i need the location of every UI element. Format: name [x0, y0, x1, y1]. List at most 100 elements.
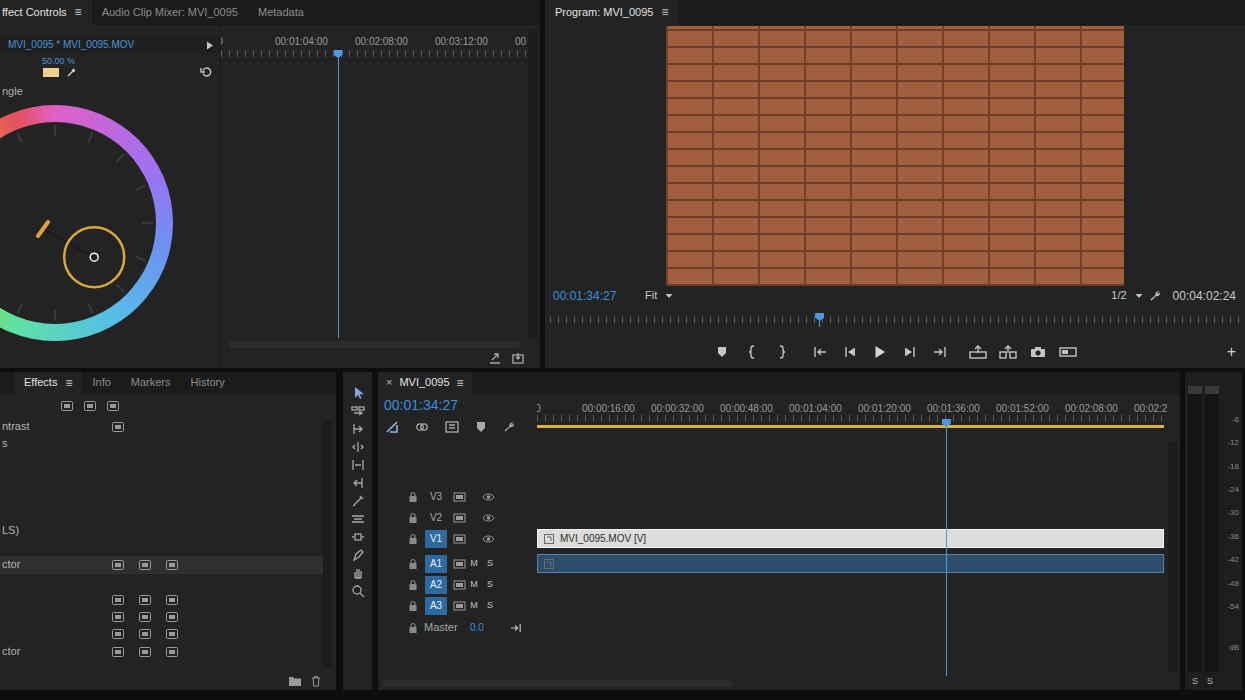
timeline-settings-icon[interactable] — [503, 421, 515, 433]
zoom-value[interactable]: Fit — [645, 289, 657, 302]
sync-lock-icon[interactable] — [453, 533, 466, 545]
add-marker-icon[interactable] — [716, 346, 728, 358]
sync-lock-icon[interactable] — [453, 579, 466, 591]
tab-label[interactable]: Metadata — [258, 6, 304, 19]
track-select-tool-icon[interactable] — [351, 404, 365, 418]
horizontal-scrollbar[interactable] — [229, 341, 520, 348]
mute-button[interactable]: M — [466, 600, 482, 611]
tool-button[interactable] — [343, 492, 372, 510]
master-volume[interactable]: 0.0 — [470, 622, 510, 634]
razor-tool-icon[interactable] — [351, 494, 365, 508]
mute-button[interactable]: M — [466, 558, 482, 569]
zoom-tool-icon[interactable] — [351, 584, 365, 598]
track-target[interactable]: V2 — [425, 509, 447, 527]
resolution-value[interactable]: 1/2 — [1111, 289, 1126, 302]
work-area-bar[interactable] — [537, 425, 1164, 428]
effect-row[interactable] — [0, 626, 323, 643]
playhead[interactable] — [946, 419, 947, 676]
eye-icon[interactable] — [482, 491, 495, 503]
solo-button[interactable]: S — [1192, 676, 1198, 687]
add-marker-icon[interactable] — [475, 421, 487, 433]
tool-button[interactable] — [343, 402, 372, 420]
track-target[interactable]: A3 — [425, 597, 447, 615]
bit-depth-filter-icon[interactable] — [84, 401, 96, 411]
mark-out-icon[interactable] — [776, 345, 788, 359]
time-ruler[interactable]: :00:0000:01:04:0000:02:08:0000:03:12:000… — [221, 36, 528, 50]
effect-row[interactable]: ctor — [0, 556, 323, 573]
rolling-edit-tool-icon[interactable] — [351, 440, 365, 454]
effect-row[interactable]: LS) — [0, 522, 323, 539]
transport-button[interactable] — [1053, 341, 1083, 363]
tool-button[interactable] — [343, 456, 372, 474]
button-editor-icon[interactable] — [1059, 346, 1077, 358]
lock-icon[interactable] — [408, 558, 418, 570]
transport-button[interactable] — [925, 341, 955, 363]
lock-icon[interactable] — [408, 491, 418, 503]
mark-in-icon[interactable] — [746, 345, 758, 359]
export-icon[interactable] — [512, 352, 524, 364]
panel-tab[interactable]: Effects≡ — [14, 372, 82, 394]
track-target[interactable]: V1 — [425, 530, 447, 548]
transport-button[interactable] — [963, 341, 993, 363]
vertical-scrollbar[interactable] — [528, 29, 538, 338]
track-target[interactable]: A1 — [425, 555, 447, 573]
sync-lock-icon[interactable] — [453, 558, 466, 570]
tab-label[interactable]: Program: MVI_0095 — [555, 6, 653, 19]
sequence-tab[interactable]: ×MVI_0095≡ — [378, 372, 472, 394]
clip-row[interactable]: MVI_0095 * MVI_0095.MOV — [0, 36, 220, 54]
transport-button[interactable] — [865, 341, 895, 363]
lock-icon[interactable] — [408, 512, 418, 524]
tool-button[interactable] — [343, 438, 372, 456]
panel-tab[interactable]: Audio Clip Mixer: MVI_0095 — [92, 0, 248, 25]
transport-button[interactable] — [707, 341, 737, 363]
pen-tool-icon[interactable] — [351, 548, 365, 562]
go-to-in-icon[interactable] — [813, 346, 827, 358]
lock-icon[interactable] — [408, 622, 418, 634]
slide-tool-icon[interactable] — [351, 530, 365, 544]
ripple-edit-tool-icon[interactable] — [351, 422, 365, 436]
eyedropper-icon[interactable] — [66, 67, 77, 78]
panel-tab[interactable]: ffect Controls ≡ — [0, 0, 92, 25]
mute-button[interactable]: M — [466, 579, 482, 590]
delete-icon[interactable] — [310, 675, 322, 687]
panel-tab[interactable]: Program: MVI_0095≡ — [545, 0, 678, 25]
time-ruler[interactable]: :00:0000:00:16:0000:00:32:0000:00:48:000… — [537, 394, 1168, 415]
go-to-out-icon[interactable] — [933, 346, 947, 358]
extract-icon[interactable] — [999, 345, 1017, 359]
panel-menu-icon[interactable]: ≡ — [457, 376, 464, 390]
tool-button[interactable] — [343, 420, 372, 438]
tab-label[interactable]: Audio Clip Mixer: MVI_0095 — [102, 6, 238, 19]
yuv-filter-icon[interactable] — [107, 401, 119, 411]
panel-menu-icon[interactable]: ≡ — [65, 376, 72, 390]
transport-button[interactable] — [835, 341, 865, 363]
effect-row[interactable]: ntrast — [0, 418, 323, 435]
panel-menu-icon[interactable]: ≡ — [75, 5, 82, 19]
effect-row[interactable] — [0, 574, 323, 591]
color-swatch[interactable] — [43, 68, 59, 77]
parameter-value[interactable]: 50.00 % — [42, 56, 75, 66]
new-bin-icon[interactable] — [288, 675, 302, 687]
effect-row[interactable] — [0, 608, 323, 625]
tool-button[interactable] — [343, 546, 372, 564]
transport-button[interactable] — [767, 341, 797, 363]
solo-button[interactable]: S — [1207, 676, 1213, 687]
color-wheel[interactable] — [0, 105, 173, 341]
tool-button[interactable] — [343, 474, 372, 492]
tool-button[interactable] — [343, 384, 372, 402]
transport-button[interactable] — [1023, 341, 1053, 363]
tab-label[interactable]: ffect Controls — [2, 6, 67, 19]
lock-icon[interactable] — [408, 533, 418, 545]
sync-lock-icon[interactable] — [453, 512, 466, 524]
accelerated-filter-icon[interactable] — [61, 401, 73, 411]
panel-tab[interactable]: Info — [82, 372, 120, 394]
time-ruler-area[interactable]: :00:0000:00:16:0000:00:32:0000:00:48:000… — [537, 394, 1168, 440]
vertical-scrollbar[interactable] — [1168, 442, 1178, 672]
lock-icon[interactable] — [408, 579, 418, 591]
transport-button[interactable] — [895, 341, 925, 363]
clip[interactable]: MVI_0095.MOV [V] — [537, 529, 1164, 548]
eye-icon[interactable] — [482, 512, 495, 524]
lock-icon[interactable] — [408, 600, 418, 612]
effect-row[interactable]: s — [0, 435, 323, 452]
tool-button[interactable] — [343, 582, 372, 600]
linked-selection-icon[interactable] — [415, 420, 429, 434]
